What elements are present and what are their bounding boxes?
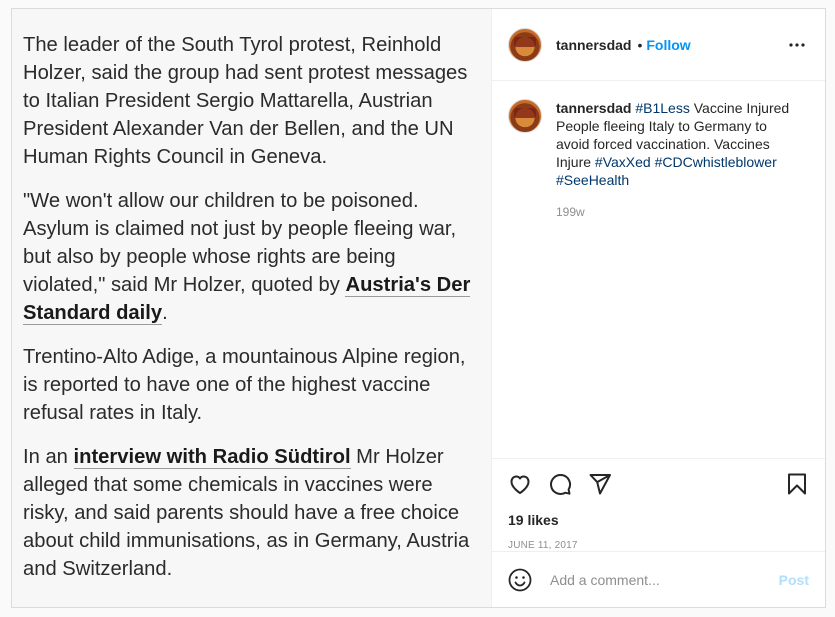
post-sidebar: tannersdad • Follow tannersdad #B1Less V…	[492, 9, 825, 607]
separator-dot: •	[637, 36, 643, 53]
follow-button[interactable]: Follow	[646, 37, 690, 53]
more-options-icon[interactable]	[785, 33, 809, 57]
caption-avatar[interactable]	[508, 99, 542, 133]
article-paragraph-1: The leader of the South Tyrol protest, R…	[23, 31, 479, 171]
post-comment-button[interactable]: Post	[779, 572, 809, 588]
header-username[interactable]: tannersdad	[556, 37, 631, 53]
hashtag-seehealth[interactable]: #SeeHealth	[556, 172, 629, 188]
article-paragraph-4: In an interview with Radio Südtirol Mr H…	[23, 443, 479, 583]
comment-bubble-icon[interactable]	[548, 472, 572, 496]
paragraph-text: .	[162, 302, 168, 324]
comment-input[interactable]	[548, 570, 779, 589]
caption-text: tannersdad #B1Less Vaccine Injured Peopl…	[556, 99, 796, 221]
hashtag-cdcwhistleblower[interactable]: #CDCwhistleblower	[655, 154, 777, 170]
paragraph-text: The leader of the South Tyrol protest, R…	[23, 34, 468, 168]
actions-section: 19 likes JUNE 11, 2017	[492, 458, 825, 551]
action-bar	[492, 459, 825, 509]
paragraph-text: In an	[23, 446, 74, 468]
paper-plane-icon[interactable]	[588, 472, 612, 496]
caption: tannersdad #B1Less Vaccine Injured Peopl…	[492, 81, 825, 221]
post-date[interactable]: JUNE 11, 2017	[492, 540, 825, 551]
radio-sudtirol-link: interview with Radio Südtirol	[73, 446, 351, 469]
hashtag-b1less[interactable]: #B1Less	[635, 100, 689, 116]
emoji-smiley-icon[interactable]	[508, 568, 532, 592]
post-header: tannersdad • Follow	[492, 9, 825, 81]
paragraph-text: Trentino-Alto Adige, a mountainous Alpin…	[23, 346, 466, 424]
heart-icon[interactable]	[508, 472, 532, 496]
article-paragraph-2: "We won't allow our children to be poiso…	[23, 187, 479, 327]
bookmark-icon[interactable]	[785, 472, 809, 496]
likes-count[interactable]: 19 likes	[492, 512, 825, 528]
comment-form: Post	[492, 551, 825, 607]
hashtag-vaxxed[interactable]: #VaxXed	[595, 154, 651, 170]
caption-username[interactable]: tannersdad	[556, 100, 631, 116]
instagram-post: The leader of the South Tyrol protest, R…	[11, 8, 826, 608]
post-image[interactable]: The leader of the South Tyrol protest, R…	[12, 9, 492, 607]
avatar[interactable]	[508, 27, 542, 62]
post-age[interactable]: 199w	[556, 203, 796, 221]
article-paragraph-3: Trentino-Alto Adige, a mountainous Alpin…	[23, 343, 479, 427]
